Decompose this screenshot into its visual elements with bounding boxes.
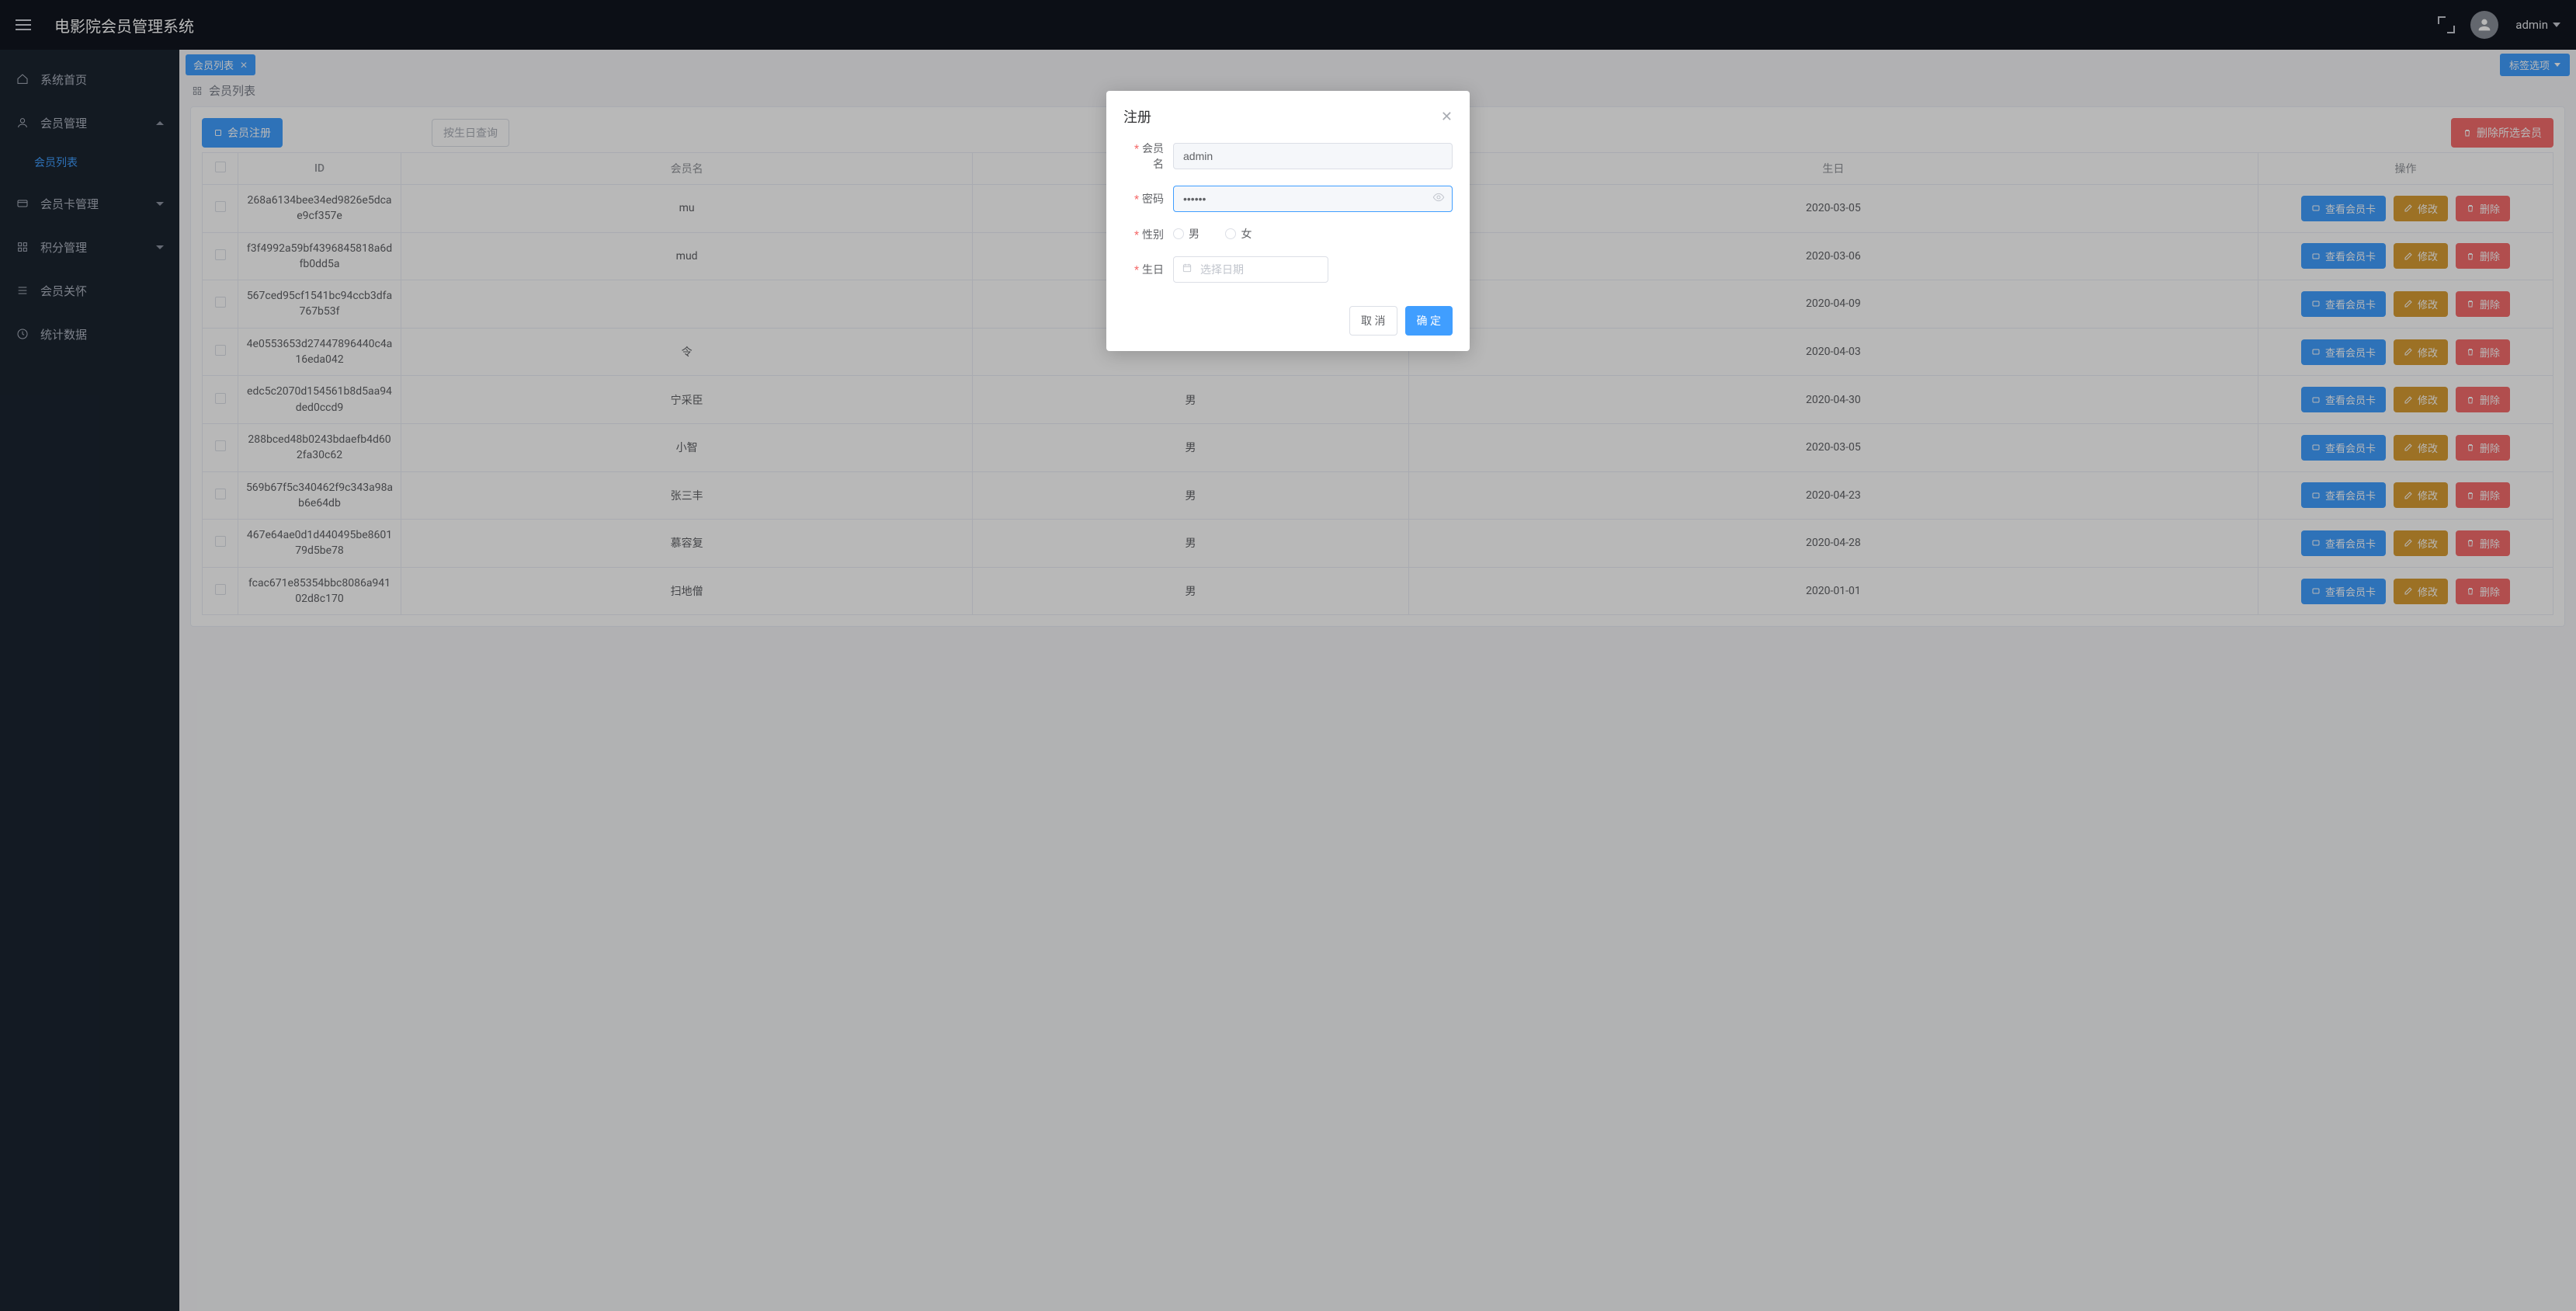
eye-icon[interactable]	[1432, 191, 1445, 207]
button-label: 确 定	[1417, 313, 1441, 329]
placeholder-text: 选择日期	[1200, 262, 1244, 277]
modal-title: 注册	[1123, 106, 1441, 127]
field-label: 会员名	[1142, 143, 1164, 171]
member-name-input[interactable]	[1173, 143, 1453, 169]
birthday-date-input[interactable]: 选择日期	[1173, 256, 1328, 283]
password-input[interactable]	[1173, 186, 1453, 212]
button-label: 取 消	[1361, 313, 1385, 329]
gender-female-radio[interactable]: 女	[1225, 226, 1252, 242]
register-modal: 注册 ✕ *会员名 *密码 *性别 男 女 *生日	[1106, 91, 1470, 351]
field-label: 密码	[1142, 193, 1164, 206]
radio-label: 女	[1241, 226, 1252, 242]
field-label: 性别	[1142, 229, 1164, 242]
close-icon[interactable]: ✕	[1441, 109, 1453, 125]
gender-male-radio[interactable]: 男	[1173, 226, 1199, 242]
radio-label: 男	[1189, 226, 1199, 242]
calendar-icon	[1182, 263, 1193, 276]
cancel-button[interactable]: 取 消	[1349, 306, 1397, 336]
field-label: 生日	[1142, 264, 1164, 276]
confirm-button[interactable]: 确 定	[1405, 306, 1453, 336]
